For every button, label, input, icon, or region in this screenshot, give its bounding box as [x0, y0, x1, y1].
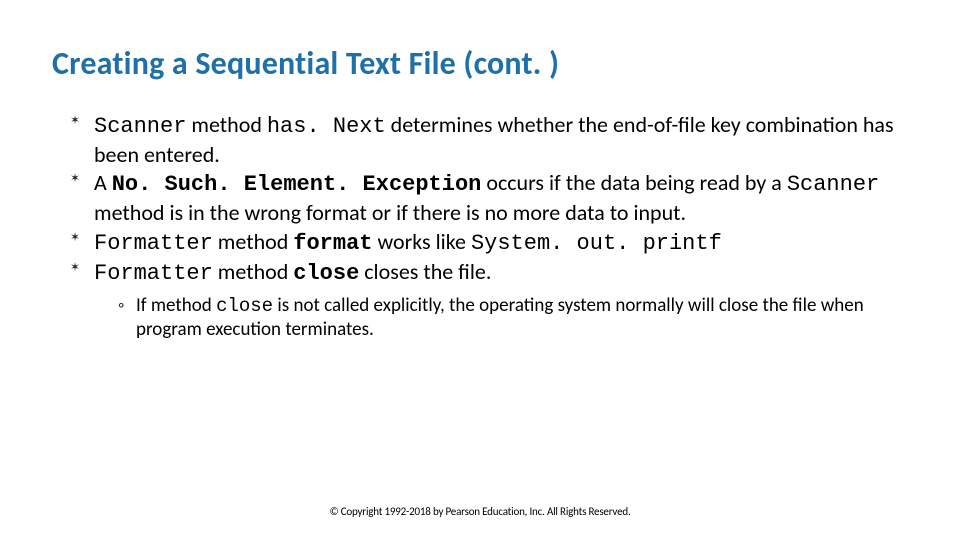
slide: Creating a Sequential Text File (cont. )…	[0, 0, 960, 540]
bullet-list: Scanner method has. Next determines whet…	[70, 111, 908, 343]
text: closes the file.	[359, 258, 491, 285]
list-item: If method close is not called explicitly…	[118, 294, 908, 343]
page-title: Creating a Sequential Text File (cont. )	[52, 44, 908, 83]
code-system-out-printf: System. out. printf	[471, 231, 722, 256]
code-scanner: Scanner	[787, 172, 879, 197]
code-hasnext: has. Next	[267, 114, 386, 139]
list-item: Formatter method close closes the file. …	[70, 258, 908, 343]
copyright-footer: © Copyright 1992-2018 by Pearson Educati…	[0, 505, 960, 518]
list-item: Formatter method format works like Syste…	[70, 228, 908, 258]
text: method	[213, 228, 293, 255]
text: method	[186, 111, 266, 138]
text: works like	[372, 228, 470, 255]
text: occurs if the data being read by a	[481, 169, 786, 196]
sub-list: If method close is not called explicitly…	[118, 294, 908, 343]
code-close: close	[293, 261, 359, 286]
text: If method	[136, 294, 216, 317]
text: method	[213, 258, 293, 285]
code-formatter: Formatter	[94, 261, 213, 286]
text: method is in the wrong format or if ther…	[94, 199, 686, 226]
code-close: close	[216, 295, 273, 317]
list-item: A No. Such. Element. Exception occurs if…	[70, 169, 908, 227]
code-nosuchelementexception: No. Such. Element. Exception	[112, 172, 482, 197]
code-format: format	[293, 231, 372, 256]
code-formatter: Formatter	[94, 231, 213, 256]
code-scanner: Scanner	[94, 114, 186, 139]
text: A	[94, 169, 112, 196]
list-item: Scanner method has. Next determines whet…	[70, 111, 908, 169]
